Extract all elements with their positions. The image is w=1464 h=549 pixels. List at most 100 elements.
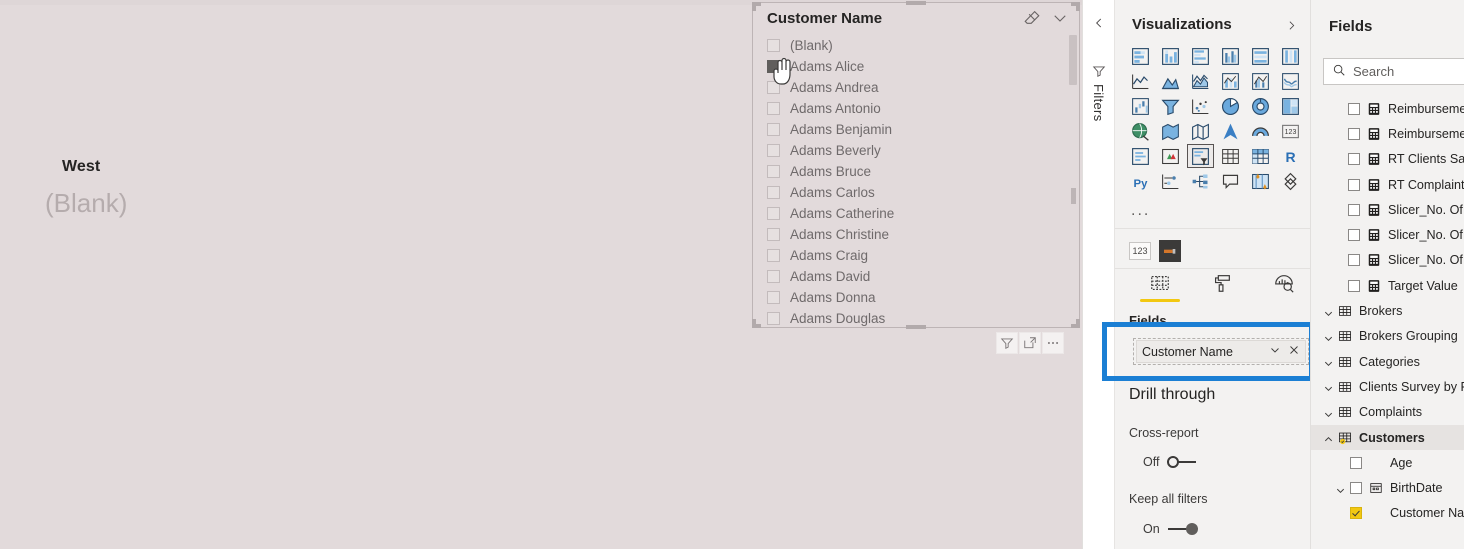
field-checkbox[interactable] — [1348, 178, 1360, 191]
list-item[interactable]: Adams Bruce — [767, 161, 1079, 182]
fields-pane[interactable]: Fields Search Reimbursements — [1310, 0, 1464, 549]
list-item[interactable]: Adams Catherine — [767, 203, 1079, 224]
viz-icon-waterfall-chart[interactable] — [1127, 94, 1154, 118]
slicer-checkbox[interactable] — [767, 291, 780, 304]
viz-icon-r-visual[interactable]: R — [1277, 144, 1304, 168]
field-checkbox[interactable] — [1350, 507, 1362, 520]
list-item[interactable]: RT Complaints — [1311, 172, 1464, 197]
list-item[interactable]: Adams Beverly — [767, 140, 1079, 161]
chevron-down-icon[interactable] — [1323, 331, 1334, 342]
list-item[interactable]: Adams Christine — [767, 224, 1079, 245]
list-item[interactable]: Clients Survey by Pr — [1311, 374, 1464, 399]
viz-icon-stacked-area-chart[interactable] — [1187, 69, 1214, 93]
filter-icon[interactable] — [996, 332, 1018, 354]
list-item[interactable]: Adams Alice — [767, 56, 1079, 77]
search-input[interactable]: Search — [1323, 58, 1464, 85]
visualizations-pane[interactable]: Filters Visualizations 123 R Py ... 123 … — [1082, 0, 1310, 549]
chevron-down-icon[interactable] — [1335, 483, 1346, 494]
toggle-switch-on[interactable] — [1167, 523, 1198, 535]
viz-icon-ribbon-chart[interactable] — [1277, 69, 1304, 93]
resize-handle[interactable] — [906, 1, 926, 5]
viz-icon-line-clustered-column-chart[interactable] — [1247, 69, 1274, 93]
list-item[interactable]: BirthDate — [1311, 475, 1464, 500]
resize-handle[interactable] — [906, 325, 926, 329]
slicer-checkbox[interactable] — [767, 249, 780, 262]
list-item[interactable]: Adams Andrea — [767, 77, 1079, 98]
slicer-items-list[interactable]: (Blank) Adams Alice Adams Andrea Adams A… — [753, 33, 1079, 327]
list-item[interactable]: RT Clients Satisfa — [1311, 147, 1464, 172]
number-format-visual-icon[interactable]: 123 — [1129, 242, 1151, 260]
slicer-checkbox[interactable] — [767, 207, 780, 220]
viz-icon-treemap[interactable] — [1277, 94, 1304, 118]
field-checkbox[interactable] — [1348, 127, 1360, 140]
viz-icon-multi-row-card[interactable] — [1127, 144, 1154, 168]
viz-icon-paginated-report[interactable] — [1277, 169, 1304, 193]
chevron-right-icon[interactable] — [1285, 19, 1298, 32]
customer-name-slicer[interactable]: Customer Name (Blank) Adams Alice Adams … — [752, 1, 1080, 329]
field-checkbox[interactable] — [1348, 203, 1360, 216]
list-item[interactable]: Brokers Grouping — [1311, 324, 1464, 349]
resize-handle[interactable] — [752, 2, 756, 11]
chevron-down-icon[interactable] — [1269, 343, 1281, 361]
filters-pane-label[interactable]: Filters — [1091, 84, 1106, 122]
filters-rail[interactable]: Filters — [1083, 0, 1115, 549]
tab-fields[interactable] — [1129, 272, 1191, 302]
list-item[interactable]: Adams Craig — [767, 245, 1079, 266]
list-item[interactable]: Slicer_No. Of Re — [1311, 248, 1464, 273]
chevron-down-icon[interactable] — [1323, 356, 1334, 367]
slicer-checkbox[interactable] — [767, 228, 780, 241]
more-options-icon[interactable] — [1042, 332, 1064, 354]
list-item[interactable]: Complaints — [1311, 400, 1464, 425]
viz-icon-scatter-chart[interactable] — [1187, 94, 1214, 118]
field-checkbox[interactable] — [1348, 153, 1360, 166]
list-item[interactable]: Reimbursements — [1311, 96, 1464, 121]
list-item[interactable]: Categories — [1311, 349, 1464, 374]
field-chip-customer-name[interactable]: Customer Name — [1136, 340, 1306, 363]
viz-pane-tabs[interactable] — [1129, 272, 1317, 302]
viz-icon-slicer[interactable] — [1187, 144, 1214, 168]
list-item[interactable]: Age — [1311, 450, 1464, 475]
close-icon[interactable] — [1288, 343, 1300, 361]
tab-format[interactable] — [1191, 272, 1253, 302]
field-checkbox[interactable] — [1350, 456, 1362, 469]
field-checkbox[interactable] — [1348, 279, 1360, 292]
list-item[interactable]: Slicer_No. Of Bro — [1311, 197, 1464, 222]
field-checkbox[interactable] — [1348, 102, 1360, 115]
more-visuals-icon[interactable]: ... — [1131, 203, 1150, 219]
viz-icon-100-stacked-bar-chart[interactable] — [1247, 44, 1274, 68]
list-item[interactable]: Adams Antonio — [767, 98, 1079, 119]
list-item[interactable]: Adams David — [767, 266, 1079, 287]
list-item[interactable]: Customers — [1311, 424, 1464, 451]
dark-custom-visual-icon[interactable] — [1159, 240, 1181, 262]
viz-icon-decomposition-tree[interactable] — [1187, 169, 1214, 193]
viz-icon-table[interactable] — [1217, 144, 1244, 168]
keep-all-filters-toggle[interactable]: On — [1143, 522, 1198, 536]
viz-icon-donut-chart[interactable] — [1247, 94, 1274, 118]
list-item[interactable]: Reimbursements — [1311, 121, 1464, 146]
field-well-dropzone[interactable]: Customer Name — [1133, 338, 1309, 365]
viz-icon-azure-map[interactable] — [1217, 119, 1244, 143]
list-item[interactable]: Adams Donna — [767, 287, 1079, 308]
chevron-left-icon[interactable] — [1092, 16, 1106, 30]
list-item[interactable]: Brokers — [1311, 298, 1464, 323]
slicer-checkbox[interactable] — [767, 144, 780, 157]
chevron-down-icon[interactable] — [1323, 381, 1334, 392]
list-item[interactable]: Adams Benjamin — [767, 119, 1079, 140]
slicer-checkbox[interactable] — [767, 312, 780, 325]
slicer-checkbox[interactable] — [767, 186, 780, 199]
chevron-down-icon[interactable] — [1323, 306, 1334, 317]
viz-icon-funnel-chart[interactable] — [1157, 94, 1184, 118]
viz-icon-clustered-column-chart[interactable] — [1217, 44, 1244, 68]
report-canvas[interactable]: West (Blank) Customer Name (Blank) Adams… — [0, 0, 1082, 549]
field-checkbox[interactable] — [1348, 229, 1360, 242]
viz-icon-py-visual[interactable]: Py — [1127, 169, 1154, 193]
list-item[interactable]: Slicer_No. Of Cu — [1311, 222, 1464, 247]
field-checkbox[interactable] — [1348, 254, 1360, 267]
toggle-switch-off[interactable] — [1167, 456, 1197, 468]
viz-icon-arcgis-map[interactable] — [1247, 119, 1274, 143]
list-item[interactable]: Customer Name — [1311, 501, 1464, 526]
viz-icon-key-influencers[interactable] — [1157, 169, 1184, 193]
custom-visuals-row[interactable]: 123 — [1129, 240, 1181, 262]
viz-icon-qa-visual[interactable] — [1217, 169, 1244, 193]
resize-handle[interactable] — [752, 319, 756, 328]
